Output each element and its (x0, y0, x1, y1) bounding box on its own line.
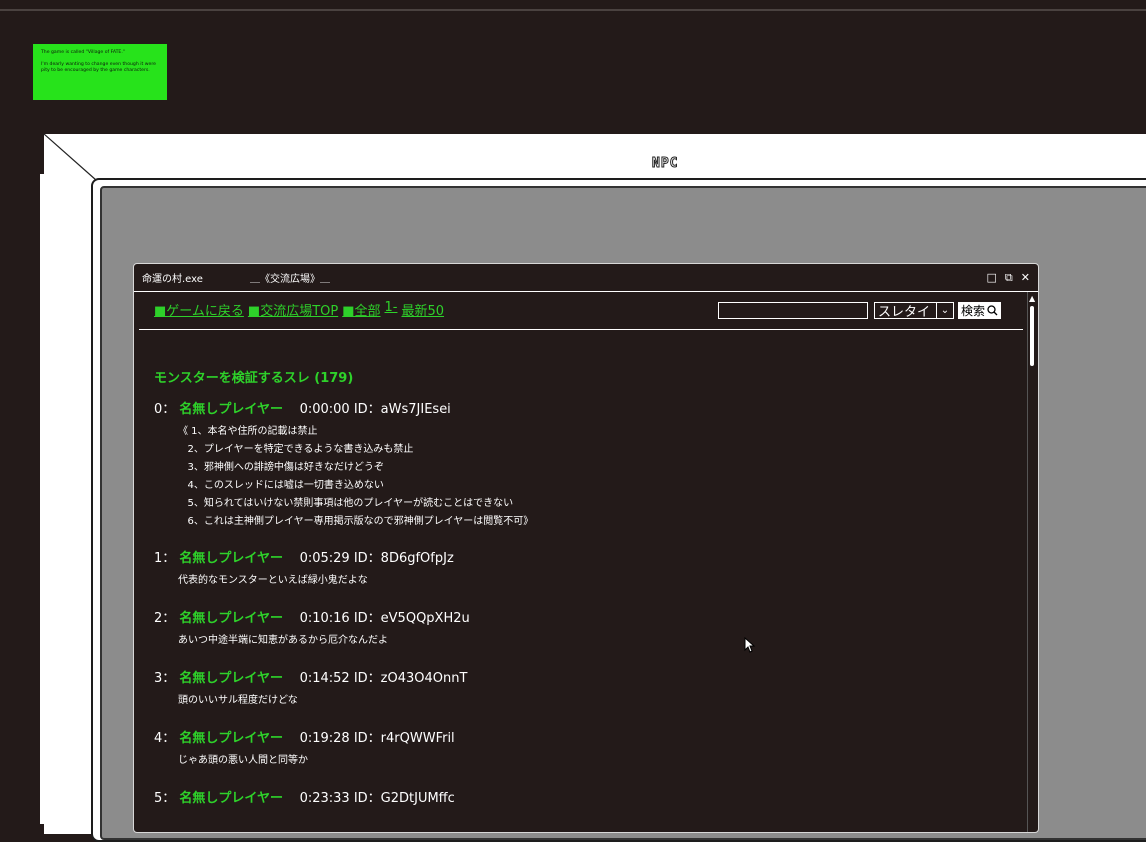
post-number: 3： (154, 671, 176, 686)
post-meta: 0:23:33 ID：G2DtJUMffc (299, 791, 455, 806)
post-meta: 0:10:16 ID：eV5QQpXH2u (299, 611, 470, 626)
nav-all[interactable]: ■全部 (342, 300, 380, 319)
window-title: ＿《交流広場》＿ (250, 274, 330, 285)
nav-from-1[interactable]: 1- (385, 300, 398, 319)
top-divider (0, 9, 1146, 11)
post-header: 1： 名無しプレイヤー 0:05:29 ID：8D6gfOfpJz (154, 547, 454, 566)
window-app-name: 命運の村.exe (142, 274, 203, 285)
minimize-icon[interactable]: □ (987, 271, 997, 284)
post-body: 《 1、本名や住所の記載は禁止 2、プレイヤーを特定できるような書き込みも禁止 … (178, 426, 534, 527)
post: 4： 名無しプレイヤー 0:19:28 ID：r4rQWWFril じゃあ頭の悪… (154, 727, 455, 770)
post-header: 0： 名無しプレイヤー 0:00:00 ID：aWs7JIEsei (154, 398, 533, 417)
post-author[interactable]: 名無しプレイヤー (179, 402, 283, 417)
search-icon (987, 305, 998, 316)
post-header: 3： 名無しプレイヤー 0:14:52 ID：zO43O4OnnT (154, 667, 467, 686)
post: 5： 名無しプレイヤー 0:23:33 ID：G2DtJUMffc (154, 787, 455, 806)
post-number: 1： (154, 551, 176, 566)
post-number: 0： (154, 402, 176, 417)
forum-nav: ■ゲームに戻る ■交流広場TOP ■全部 1- 最新50 (154, 300, 448, 319)
nav-back-to-game[interactable]: ■ゲームに戻る (154, 300, 244, 319)
post-number: 2： (154, 611, 176, 626)
post-header: 2： 名無しプレイヤー 0:10:16 ID：eV5QQpXH2u (154, 607, 470, 626)
nav-forum-top[interactable]: ■交流広場TOP (248, 300, 338, 319)
search-button-label: 検索 (961, 304, 986, 318)
post-author[interactable]: 名無しプレイヤー (179, 551, 283, 566)
search-scope-value: スレタイ (878, 305, 931, 320)
mouse-cursor-icon (744, 637, 756, 653)
header-divider (139, 329, 1023, 330)
post-author[interactable]: 名無しプレイヤー (179, 611, 283, 626)
post-body: あいつ中途半端に知恵があるから厄介なんだよ (178, 635, 388, 646)
post-meta: 0:14:52 ID：zO43O4OnnT (299, 671, 468, 686)
sticky-note-line-1: The game is called "Village of FATE." (41, 50, 125, 55)
post: 0： 名無しプレイヤー 0:00:00 ID：aWs7JIEsei 《 1、本名… (154, 398, 533, 531)
thread-title: モンスターを検証するスレ (179) (154, 371, 354, 386)
post-body: 頭のいいサル程度だけどな (178, 695, 298, 706)
post: 3： 名無しプレイヤー 0:14:52 ID：zO43O4OnnT 頭のいいサル… (154, 667, 467, 710)
scrollbar-thumb[interactable] (1030, 306, 1034, 366)
close-icon[interactable]: ✕ (1021, 271, 1030, 284)
scrollbar[interactable] (1027, 292, 1039, 832)
post: 2： 名無しプレイヤー 0:10:16 ID：eV5QQpXH2u あいつ中途半… (154, 607, 470, 650)
search-scope-select[interactable]: スレタイ ⌄ (874, 302, 954, 320)
search-input[interactable] (718, 302, 868, 319)
sticky-note: The game is called "Village of FATE." I'… (33, 44, 167, 100)
chevron-down-icon[interactable]: ⌄ (936, 303, 953, 318)
post-meta: 0:05:29 ID：8D6gfOfpJz (299, 551, 454, 566)
restore-icon[interactable]: ⧉ (1005, 271, 1013, 285)
window-titlebar[interactable]: 命運の村.exe ＿《交流広場》＿ □ ⧉ ✕ (134, 264, 1038, 292)
nav-latest-50[interactable]: 最新50 (401, 300, 444, 319)
post-author[interactable]: 名無しプレイヤー (179, 671, 283, 686)
frame-label: NPC (651, 156, 679, 172)
post-meta: 0:19:28 ID：r4rQWWFril (299, 731, 455, 746)
post-number: 4： (154, 731, 176, 746)
post-author[interactable]: 名無しプレイヤー (179, 731, 283, 746)
post-header: 5： 名無しプレイヤー 0:23:33 ID：G2DtJUMffc (154, 787, 455, 806)
scroll-up-icon[interactable]: ▲ (1029, 294, 1035, 303)
post-body: じゃあ頭の悪い人間と同等か (178, 755, 308, 766)
post: 1： 名無しプレイヤー 0:05:29 ID：8D6gfOfpJz 代表的なモン… (154, 547, 454, 590)
post-author[interactable]: 名無しプレイヤー (179, 791, 283, 806)
post-header: 4： 名無しプレイヤー 0:19:28 ID：r4rQWWFril (154, 727, 455, 746)
sticky-note-line-2: I'm dearly wanting to change even though… (41, 62, 156, 73)
post-body: 代表的なモンスターといえば緑小鬼だよな (178, 575, 368, 586)
post-number: 5： (154, 791, 176, 806)
post-meta: 0:00:00 ID：aWs7JIEsei (299, 402, 451, 417)
search-button[interactable]: 検索 (958, 302, 1002, 319)
forum-window: 命運の村.exe ＿《交流広場》＿ □ ⧉ ✕ ■ゲームに戻る ■交流広場TOP… (133, 263, 1039, 833)
